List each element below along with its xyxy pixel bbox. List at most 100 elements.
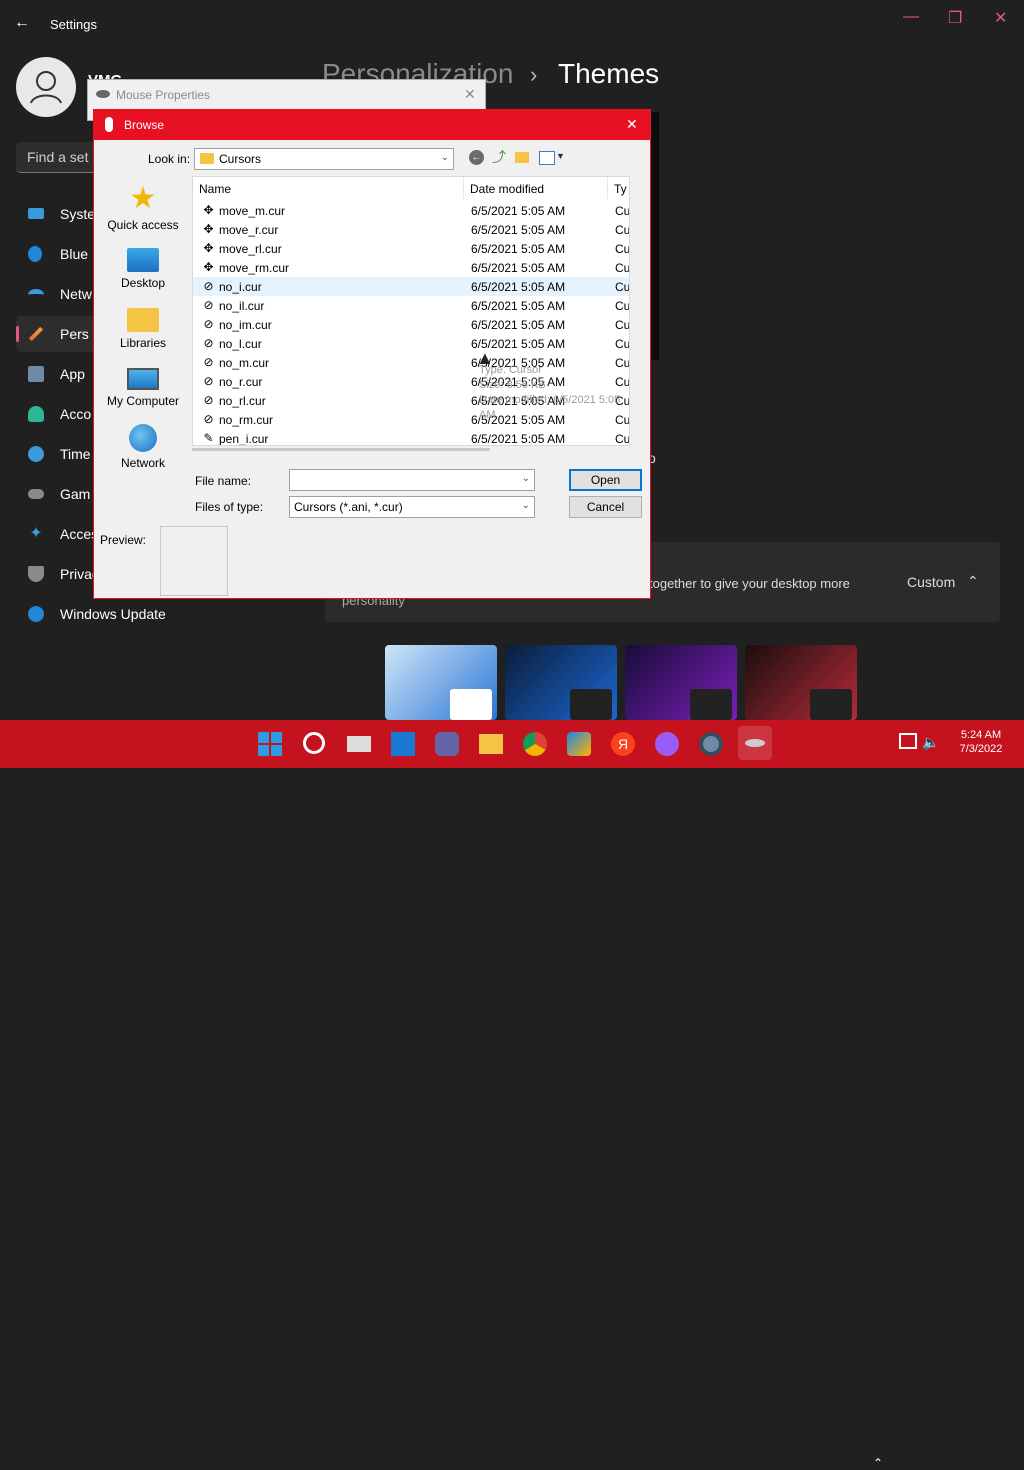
file-type: Cu (615, 261, 630, 275)
horizontal-scrollbar[interactable] (192, 448, 490, 451)
start-icon[interactable] (258, 732, 282, 756)
file-row-hovered[interactable]: ⊘ no_i.cur 6/5/2021 5:05 AM Cu (193, 277, 629, 296)
file-name-input[interactable]: ⌄ (289, 469, 535, 491)
mouse-icon (745, 739, 765, 747)
chevron-down-icon[interactable]: ⌄ (522, 473, 530, 484)
place-my-computer[interactable]: My Computer (100, 364, 186, 408)
chevron-up-icon[interactable]: ⌃ (873, 1456, 883, 1470)
file-row[interactable]: ✥ move_r.cur 6/5/2021 5:05 AM Cu (193, 220, 629, 239)
task-view-icon[interactable] (347, 736, 371, 752)
file-type: Cu (615, 337, 630, 351)
volume-icon[interactable]: 🔈 (922, 734, 939, 751)
view-menu-icon[interactable] (539, 151, 555, 165)
desktop-icon (127, 248, 159, 272)
column-date-modified[interactable]: Date modified (464, 177, 608, 199)
page-title: Themes (558, 58, 660, 89)
minimize-icon[interactable]: — (903, 8, 919, 26)
app-icon[interactable] (567, 732, 591, 756)
apps-icon (28, 366, 44, 382)
widgets-icon[interactable] (391, 732, 415, 756)
file-row[interactable]: ⊘ no_il.cur 6/5/2021 5:05 AM Cu (193, 296, 629, 315)
cancel-button[interactable]: Cancel (569, 496, 642, 518)
clock-time: 5:24 AM (960, 729, 1002, 741)
place-label: My Computer (106, 394, 180, 408)
file-name: no_il.cur (219, 299, 265, 313)
no-cursor-icon: ⊘ (203, 374, 214, 388)
file-tooltip: Type: Cursor Size: 8.56 KB Date modified… (479, 363, 629, 423)
place-network[interactable]: Network (100, 424, 186, 470)
vertical-scrollbar[interactable] (629, 322, 630, 340)
file-date: 6/5/2021 5:05 AM (471, 204, 566, 218)
column-label: Name (199, 182, 232, 196)
view-menu-arrow-icon[interactable]: ▼ (556, 151, 565, 161)
mouse-icon (96, 90, 110, 98)
nav-label: App (60, 366, 85, 382)
place-label: Network (120, 456, 165, 470)
nav-label: Blue (60, 246, 89, 262)
file-type: Cu (615, 204, 630, 218)
preview-box (160, 526, 228, 596)
back-icon[interactable]: ← (469, 150, 484, 165)
nav-label: Windows Update (60, 606, 166, 622)
file-row[interactable]: ✥ move_rl.cur 6/5/2021 5:05 AM Cu (193, 239, 629, 258)
theme-thumbnail[interactable] (385, 645, 497, 720)
thumb-window (810, 689, 852, 720)
update-icon (28, 606, 44, 622)
search-icon[interactable] (303, 732, 325, 754)
clock-date: 7/3/2022 (959, 743, 1003, 755)
yandex-browser-icon[interactable]: Я (611, 732, 635, 756)
pen-cursor-icon: ✎ (203, 431, 214, 445)
up-folder-icon[interactable]: ⤴ (492, 150, 507, 165)
nav-label: Syste (60, 206, 96, 222)
file-row[interactable]: ✥ move_m.cur 6/5/2021 5:05 AM Cu (193, 201, 629, 220)
file-date: 6/5/2021 5:05 AM (471, 432, 566, 446)
place-label: Desktop (120, 276, 166, 290)
no-cursor-icon: ⊘ (203, 279, 214, 293)
open-button[interactable]: Open (569, 469, 642, 491)
file-row[interactable]: ✎ pen_i.cur 6/5/2021 5:05 AM Cu (193, 429, 629, 446)
place-libraries[interactable]: Libraries (100, 304, 186, 350)
clock[interactable]: 5:24 AM 7/3/2022 (950, 729, 1012, 755)
no-cursor-icon: ⊘ (203, 412, 214, 426)
close-icon[interactable]: ✕ (994, 8, 1007, 28)
no-cursor-icon: ⊘ (203, 317, 214, 331)
tooltip-date: Date modified: 6/5/2021 5:05 AM (479, 394, 621, 421)
mouse-properties-taskbar-button[interactable] (738, 726, 772, 760)
move-cursor-icon: ✥ (203, 260, 214, 274)
files-of-type-dropdown[interactable]: Cursors (*.ani, *.cur) ⌄ (289, 496, 535, 518)
chevron-up-icon[interactable]: ⌃ (967, 573, 979, 590)
browse-dialog: Browse ✕ Look in: Cursors ⌄ ← ⤴ ▼ ★ Quic… (93, 109, 651, 599)
brush-icon (28, 326, 44, 342)
back-arrow-icon[interactable]: ← (14, 14, 30, 32)
file-row[interactable]: ✥ move_rm.cur 6/5/2021 5:05 AM Cu (193, 258, 629, 277)
theme-thumbnail[interactable] (625, 645, 737, 720)
chrome-icon[interactable] (523, 732, 547, 756)
new-folder-icon[interactable] (515, 152, 529, 163)
nav-item-windows-update[interactable]: Windows Update (16, 596, 306, 632)
column-name[interactable]: Name ⌃ (193, 177, 464, 199)
current-theme-value: Custom (907, 574, 956, 590)
teams-icon[interactable] (435, 732, 459, 756)
file-list[interactable]: Name ⌃ Date modified Ty ✥ move_m.cur 6/5/2… (192, 176, 630, 446)
column-type[interactable]: Ty (608, 177, 629, 199)
place-quick-access[interactable]: ★ Quick access (100, 184, 186, 233)
theme-thumbnail[interactable] (505, 645, 617, 720)
network-status-icon[interactable] (899, 733, 917, 749)
close-icon[interactable]: ✕ (626, 116, 638, 133)
file-name: no_l.cur (219, 337, 262, 351)
avatar[interactable] (16, 57, 76, 117)
settings-gear-icon[interactable] (699, 732, 723, 756)
tooltip-size: Size: 8.56 KB (479, 379, 546, 391)
file-type: Cu (615, 299, 630, 313)
close-icon[interactable]: ✕ (464, 86, 476, 103)
place-desktop[interactable]: Desktop (100, 244, 186, 290)
file-row[interactable]: ⊘ no_im.cur 6/5/2021 5:05 AM Cu (193, 315, 629, 334)
alice-icon[interactable] (655, 732, 679, 756)
file-explorer-icon[interactable] (479, 734, 503, 754)
file-name: no_im.cur (219, 318, 272, 332)
theme-thumbnail[interactable] (745, 645, 857, 720)
restore-icon[interactable]: ❐ (948, 8, 962, 28)
look-in-dropdown[interactable]: Cursors ⌄ (194, 148, 454, 170)
file-row[interactable]: ⊘ no_l.cur 6/5/2021 5:05 AM Cu (193, 334, 629, 353)
file-name: no_rm.cur (219, 413, 274, 427)
